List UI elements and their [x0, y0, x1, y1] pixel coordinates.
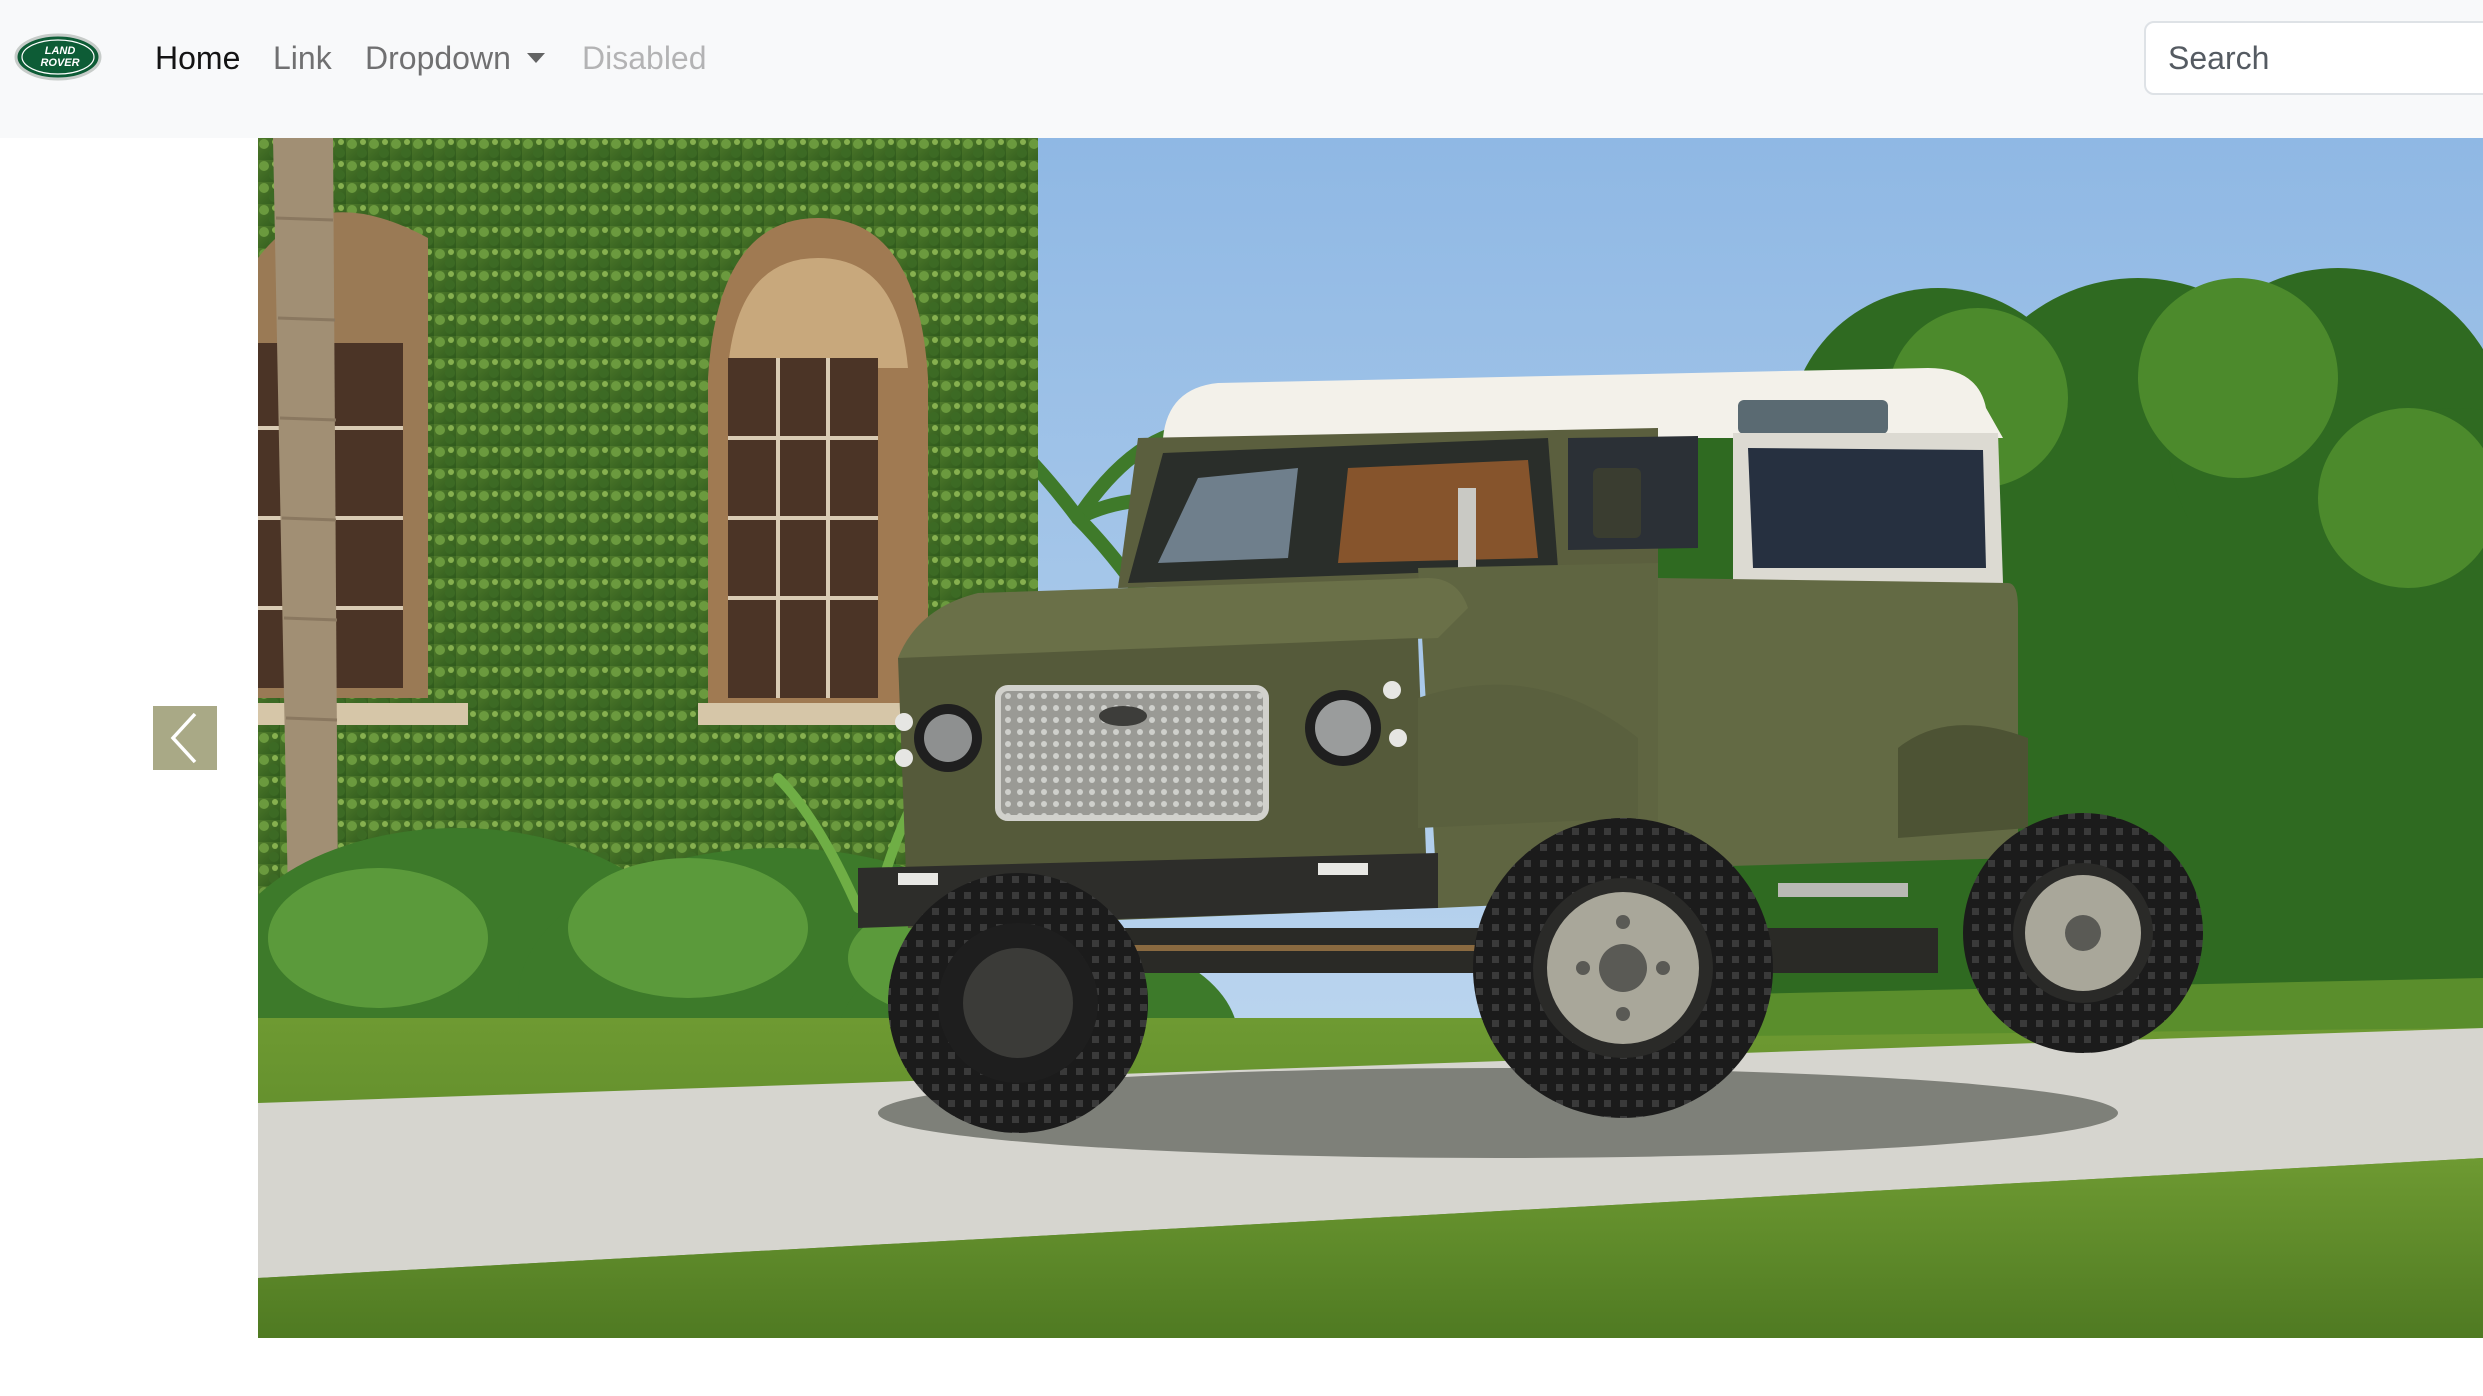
land-rover-logo[interactable]: LAND ROVER [14, 33, 102, 81]
image-carousel [258, 138, 2483, 1338]
nav-item-home[interactable]: Home [155, 34, 240, 82]
carousel-slide-image [258, 138, 2483, 1338]
nav-item-link[interactable]: Link [273, 34, 332, 82]
search-input[interactable] [2144, 21, 2483, 95]
logo-text-rover: ROVER [40, 57, 79, 69]
logo-text-land: LAND [45, 45, 76, 57]
nav-item-dropdown[interactable]: Dropdown [365, 34, 545, 82]
dropdown-label: Dropdown [365, 40, 511, 76]
chevron-left-icon [170, 712, 197, 764]
carousel-prev-button[interactable] [153, 706, 217, 770]
navbar: LAND ROVER Home Link Dropdown Disabled [0, 0, 2483, 138]
caret-down-icon [526, 53, 545, 63]
nav-item-disabled: Disabled [582, 40, 707, 76]
